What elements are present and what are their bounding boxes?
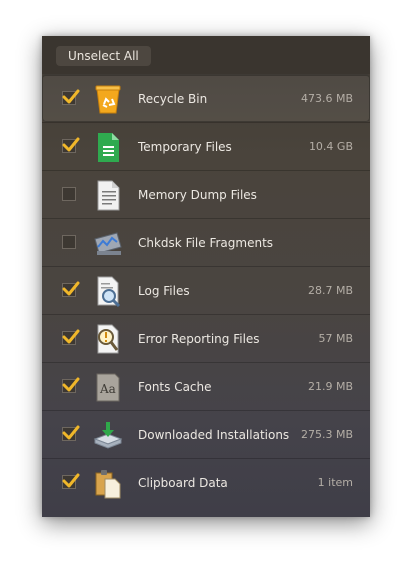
- panel-toolbar: Unselect All: [42, 36, 370, 74]
- list-item[interactable]: Memory Dump Files: [42, 170, 370, 218]
- item-label: Fonts Cache: [138, 380, 212, 394]
- item-checkbox[interactable]: [62, 473, 80, 489]
- item-label: Temporary Files: [138, 140, 232, 154]
- list-item[interactable]: Error Reporting Files 57 MB: [42, 314, 370, 362]
- item-label: Downloaded Installations: [138, 428, 290, 442]
- list-item[interactable]: Temporary Files 10.4 GB: [42, 122, 370, 170]
- item-checkbox[interactable]: [62, 281, 80, 297]
- error-reporting-icon: [93, 323, 123, 355]
- item-size: 10.4 GB: [308, 140, 353, 153]
- fonts-cache-icon: Aa: [93, 371, 123, 403]
- item-size: 57 MB: [318, 332, 353, 345]
- temporary-files-icon: [93, 131, 123, 163]
- list-item[interactable]: Aa Fonts Cache 21.9 MB: [42, 362, 370, 410]
- item-label: Recycle Bin: [138, 92, 208, 106]
- item-size: 275.3 MB: [300, 428, 353, 441]
- item-checkbox[interactable]: [62, 425, 80, 441]
- item-size: 21.9 MB: [307, 380, 353, 393]
- cleanup-items-list: Recycle Bin 473.6 MB Temporary Files 10.4 …: [42, 74, 370, 506]
- item-checkbox[interactable]: [62, 137, 80, 153]
- item-label: Chkdsk File Fragments: [138, 236, 274, 250]
- item-size: 28.7 MB: [307, 284, 353, 297]
- list-item[interactable]: Clipboard Data 1 item: [42, 458, 370, 506]
- list-item[interactable]: Log Files 28.7 MB: [42, 266, 370, 314]
- list-item[interactable]: Recycle Bin 473.6 MB: [42, 74, 370, 122]
- clipboard-icon: [93, 467, 123, 499]
- svg-text:Aa: Aa: [99, 382, 116, 396]
- item-label: Log Files: [138, 284, 190, 298]
- downloaded-installations-icon: [93, 419, 123, 451]
- item-label: Clipboard Data: [138, 476, 228, 490]
- list-item[interactable]: Downloaded Installations 275.3 MB: [42, 410, 370, 458]
- chkdsk-icon: [93, 227, 123, 259]
- item-checkbox[interactable]: [62, 187, 76, 201]
- item-size: 1 item: [317, 476, 353, 489]
- item-checkbox[interactable]: [62, 329, 80, 345]
- log-files-icon: [93, 275, 123, 308]
- item-label: Error Reporting Files: [138, 332, 260, 346]
- recycle-bin-icon: [93, 83, 123, 115]
- item-checkbox[interactable]: [62, 377, 80, 393]
- item-checkbox[interactable]: [62, 89, 80, 105]
- list-item[interactable]: Chkdsk File Fragments: [42, 218, 370, 266]
- item-checkbox[interactable]: [62, 235, 76, 249]
- unselect-all-button[interactable]: Unselect All: [56, 46, 151, 66]
- item-size: 473.6 MB: [300, 92, 353, 105]
- item-label: Memory Dump Files: [138, 188, 257, 202]
- cleanup-panel: Unselect All Recycle Bin 473.6 MB Tempora…: [42, 36, 370, 517]
- memory-dump-icon: [93, 179, 123, 211]
